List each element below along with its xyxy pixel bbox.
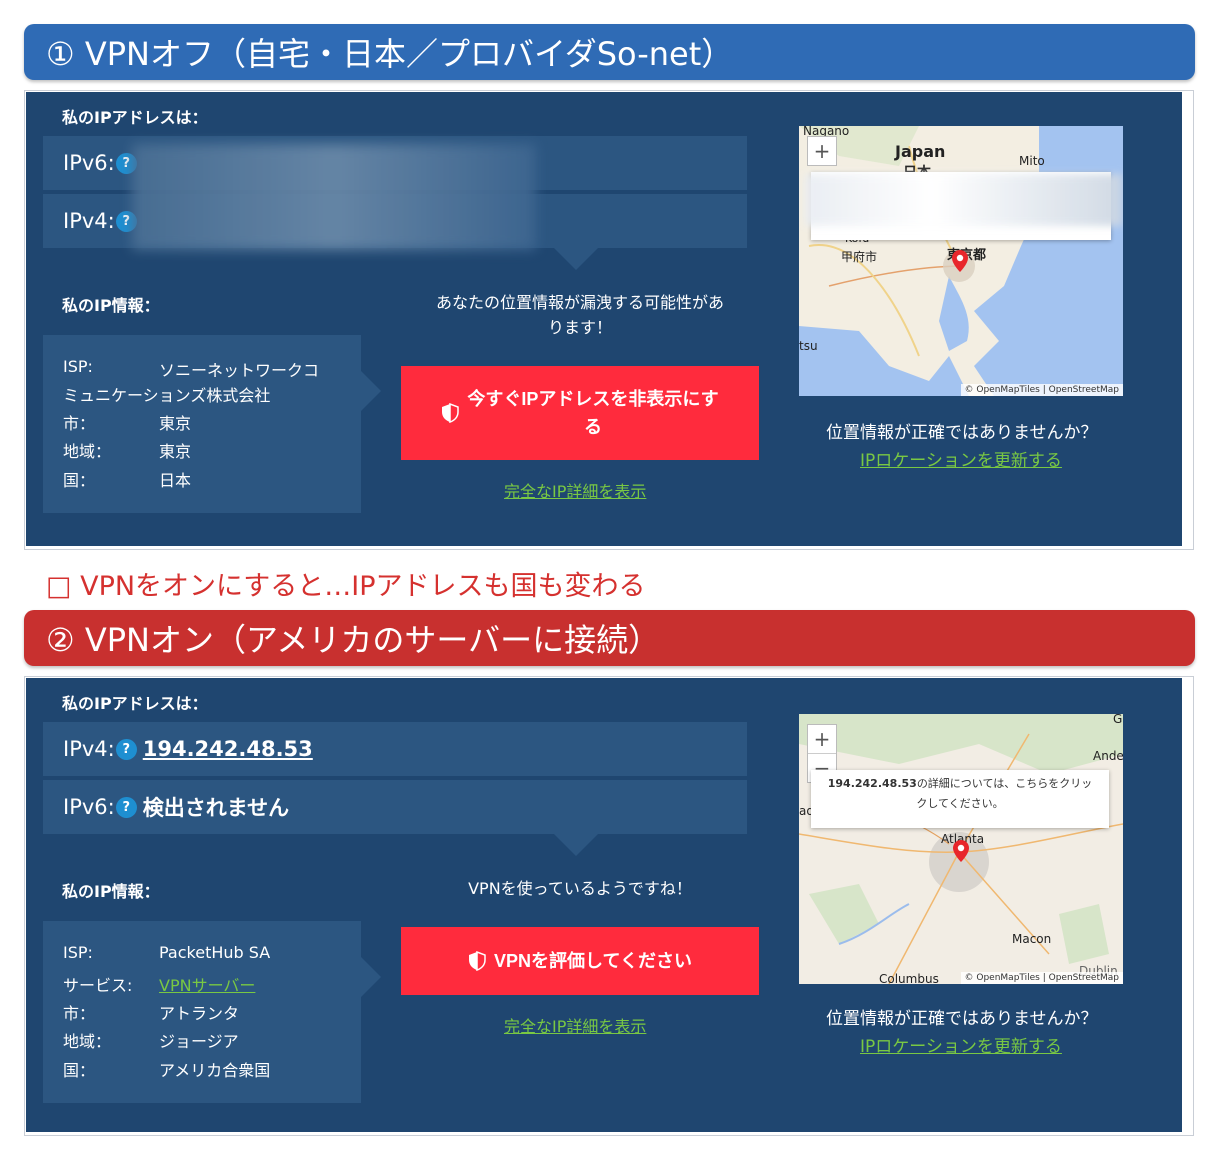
- rate-vpn-label: VPNを評価してください: [494, 951, 692, 971]
- location-map[interactable]: Nagano Japan 日本 Mito Kofu 甲府市 東京都 tsu + …: [799, 126, 1123, 396]
- country-key: 国：: [63, 1061, 96, 1080]
- redacted-popup-blur: [805, 174, 1123, 226]
- info-arrow: [361, 957, 381, 997]
- isp-key: ISP:: [63, 943, 93, 962]
- country-value: アメリカ合衆国: [159, 1061, 271, 1080]
- hide-ip-label-line2: る: [584, 417, 602, 437]
- map-label-japan: Japan: [895, 142, 946, 161]
- map-label-kofu-city: 甲府市: [841, 250, 878, 264]
- screenshot-frame-vpn-off: 私のIPアドレスは： IPv6: ? IPv4: ? 私のIP情報： ISP: …: [24, 90, 1194, 550]
- isp-value: PacketHub SA: [159, 943, 271, 962]
- isp-value-line1: ソニーネットワークコ: [159, 361, 320, 380]
- map-attribution: © OpenMapTiles | OpenStreetMap: [960, 972, 1123, 984]
- ip-info-box: ISP: ソニーネットワークコ ミュニケーションズ株式会社 市： 東京 地域： …: [43, 335, 381, 513]
- shield-icon: [442, 403, 460, 423]
- popup-ip: 194.242.48.53: [827, 777, 917, 790]
- my-ip-label: 私のIPアドレスは：: [62, 694, 208, 713]
- screenshot-frame-vpn-on: 私のIPアドレスは： IPv4: ? 194.242.48.53 IPv6: ?…: [24, 676, 1194, 1136]
- map-zoom-control: +: [807, 136, 837, 166]
- my-ip-info-label: 私のIP情報：: [62, 882, 160, 901]
- section-banner-vpn-on: ② VPNオン（アメリカのサーバーに接続）: [24, 610, 1195, 666]
- location-map[interactable]: G Ande ad Atlanta Macon Columbus Dublin …: [799, 714, 1123, 984]
- region-value: 東京: [159, 442, 192, 461]
- info-arrow: [361, 371, 381, 411]
- city-value: アトランタ: [159, 1004, 240, 1023]
- isp-value-line2: ミュニケーションズ株式会社: [63, 386, 271, 405]
- hide-ip-button[interactable]: 今すぐIPアドレスを非表示にす る: [401, 366, 759, 460]
- ipv6-row: IPv6: ? 検出されません: [43, 780, 747, 834]
- ip-info-box: ISP: PacketHub SA サービス: VPNサーバー 市： アトランタ…: [43, 921, 381, 1103]
- popup-line2: クしてください。: [916, 797, 1004, 810]
- location-inaccurate-question: 位置情報が正確ではありませんか？: [826, 1009, 1098, 1029]
- region-value: ジョージア: [159, 1032, 239, 1051]
- ipv6-label: IPv6:: [63, 795, 115, 819]
- location-leak-warning: あなたの位置情報が漏洩する可能性があ ります！: [400, 290, 760, 340]
- region-key: 地域：: [63, 442, 112, 461]
- location-inaccurate-question: 位置情報が正確ではありませんか？: [826, 423, 1098, 443]
- map-attribution: © OpenMapTiles | OpenStreetMap: [960, 384, 1123, 396]
- section-banner-vpn-off: ① VPNオフ（自宅・日本／プロバイダSo-net）: [24, 24, 1195, 80]
- speech-notch: [554, 248, 598, 270]
- map-label-ande: Ande: [1093, 749, 1123, 763]
- hide-ip-label: 今すぐIPアドレスを非表示にす る: [467, 385, 718, 441]
- map-label-mito: Mito: [1019, 154, 1045, 168]
- popup-text1: の詳細については、こちらをクリッ: [916, 777, 1093, 790]
- zoom-in-button[interactable]: +: [808, 137, 836, 165]
- map-label-macon: Macon: [1012, 932, 1052, 946]
- city-key: 市：: [63, 414, 96, 433]
- map-pin-icon[interactable]: [953, 840, 969, 862]
- update-ip-location-link[interactable]: IPロケーションを更新する: [860, 446, 1062, 471]
- update-ip-location-link[interactable]: IPロケーションを更新する: [860, 1032, 1062, 1057]
- popup-line1: 194.242.48.53の詳細については、こちらをクリッ: [811, 774, 1109, 794]
- warning-line2: ります！: [547, 318, 612, 337]
- full-ip-details-link[interactable]: 完全なIP詳細を表示: [504, 478, 646, 502]
- ipv6-value: 検出されません: [142, 796, 290, 820]
- map-pin-icon[interactable]: [952, 250, 968, 272]
- city-value: 東京: [159, 414, 192, 433]
- hide-ip-label-line1: 今すぐIPアドレスを非表示にす: [467, 389, 719, 409]
- service-key: サービス:: [63, 976, 133, 995]
- ipv4-label: IPv4:: [63, 209, 115, 233]
- ipv4-row: IPv4: ? 194.242.48.53: [43, 722, 747, 776]
- map-label-g: G: [1113, 714, 1123, 726]
- country-key: 国：: [63, 471, 96, 490]
- map-ip-popup[interactable]: 194.242.48.53の詳細については、こちらをクリッ クしてください。: [811, 770, 1109, 828]
- help-icon[interactable]: ?: [115, 738, 137, 760]
- region-key: 地域：: [63, 1032, 112, 1051]
- ip-panel-vpn-off: 私のIPアドレスは： IPv6: ? IPv4: ? 私のIP情報： ISP: …: [26, 92, 1182, 546]
- map-label-tsu: tsu: [799, 339, 818, 353]
- service-value-link[interactable]: VPNサーバー: [159, 972, 255, 996]
- shield-icon: [469, 951, 486, 971]
- ipv6-label: IPv6:: [63, 151, 115, 175]
- map-label-columbus: Columbus: [879, 972, 939, 984]
- rate-vpn-button[interactable]: VPNを評価してください: [401, 927, 759, 995]
- redacted-ip-blur: [132, 144, 536, 250]
- isp-key: ISP:: [63, 357, 93, 376]
- ip-panel-vpn-on: 私のIPアドレスは： IPv4: ? 194.242.48.53 IPv6: ?…: [26, 678, 1182, 1132]
- banner-title: ② VPNオン（アメリカのサーバーに接続）: [46, 621, 661, 659]
- zoom-in-button[interactable]: +: [808, 725, 836, 754]
- full-ip-details-link[interactable]: 完全なIP詳細を表示: [504, 1013, 646, 1037]
- warning-line1: あなたの位置情報が漏洩する可能性があ: [435, 293, 724, 312]
- country-value: 日本: [159, 471, 192, 490]
- city-key: 市：: [63, 1004, 96, 1023]
- help-icon[interactable]: ?: [115, 796, 137, 818]
- transition-caption: □ VPNをオンにすると…IPアドレスも国も変わる: [46, 571, 646, 602]
- my-ip-info-label: 私のIP情報：: [62, 296, 160, 315]
- ipv4-label: IPv4:: [63, 737, 115, 761]
- speech-notch: [554, 834, 598, 856]
- my-ip-label: 私のIPアドレスは：: [62, 108, 208, 127]
- vpn-detected-message: VPNを使っているようですね！: [468, 879, 692, 898]
- banner-title: ① VPNオフ（自宅・日本／プロバイダSo-net）: [46, 35, 734, 73]
- ipv4-value-link[interactable]: 194.242.48.53: [143, 737, 313, 761]
